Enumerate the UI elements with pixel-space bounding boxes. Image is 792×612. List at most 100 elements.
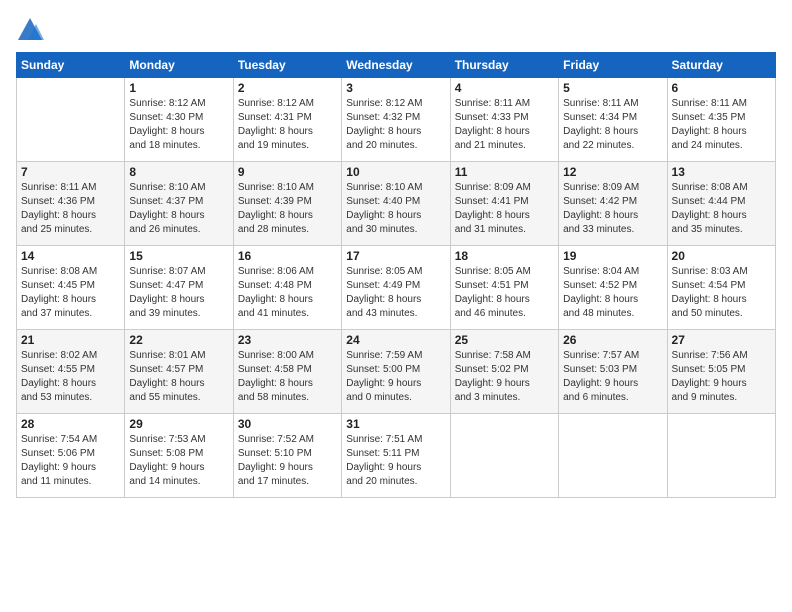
day-cell: 24 Sunrise: 7:59 AM Sunset: 5:00 PM Dayli… — [342, 330, 450, 414]
day-info: Sunrise: 7:57 AM Sunset: 5:03 PM Dayligh… — [563, 349, 662, 405]
day-number: 25 — [455, 333, 554, 347]
day-cell: 27 Sunrise: 7:56 AM Sunset: 5:05 PM Dayli… — [667, 330, 775, 414]
day-cell: 22 Sunrise: 8:01 AM Sunset: 4:57 PM Dayli… — [125, 330, 233, 414]
day-cell: 31Sunrise: 7:51 AM Sunset: 5:11 PM Dayli… — [342, 414, 450, 498]
day-cell: 21 Sunrise: 8:02 AM Sunset: 4:55 PM Dayli… — [17, 330, 125, 414]
weekday-thursday: Thursday — [450, 53, 558, 78]
day-number: 18 — [455, 249, 554, 263]
day-info: Sunrise: 8:08 AM Sunset: 4:44 PM Dayligh… — [672, 181, 771, 237]
day-cell: 20 Sunrise: 8:03 AM Sunset: 4:54 PM Dayli… — [667, 246, 775, 330]
day-number: 29 — [129, 417, 228, 431]
day-cell — [17, 78, 125, 162]
day-info: Sunrise: 7:56 AM Sunset: 5:05 PM Dayligh… — [672, 349, 771, 405]
day-info: Sunrise: 8:10 AM Sunset: 4:39 PM Dayligh… — [238, 181, 337, 237]
week-row-4: 21 Sunrise: 8:02 AM Sunset: 4:55 PM Dayli… — [17, 330, 776, 414]
day-info: Sunrise: 8:04 AM Sunset: 4:52 PM Dayligh… — [563, 265, 662, 321]
day-cell — [450, 414, 558, 498]
day-number: 17 — [346, 249, 445, 263]
day-info: Sunrise: 8:11 AM Sunset: 4:36 PM Dayligh… — [21, 181, 120, 237]
day-cell: 12 Sunrise: 8:09 AM Sunset: 4:42 PM Dayli… — [559, 162, 667, 246]
day-number: 15 — [129, 249, 228, 263]
day-number: 8 — [129, 165, 228, 179]
day-info: Sunrise: 8:09 AM Sunset: 4:42 PM Dayligh… — [563, 181, 662, 237]
day-cell: 18 Sunrise: 8:05 AM Sunset: 4:51 PM Dayli… — [450, 246, 558, 330]
weekday-header-row: SundayMondayTuesdayWednesdayThursdayFrid… — [17, 53, 776, 78]
day-cell: 13Sunrise: 8:08 AM Sunset: 4:44 PM Dayli… — [667, 162, 775, 246]
day-cell — [667, 414, 775, 498]
day-number: 14 — [21, 249, 120, 263]
week-row-5: 28 Sunrise: 7:54 AM Sunset: 5:06 PM Dayli… — [17, 414, 776, 498]
day-info: Sunrise: 7:59 AM Sunset: 5:00 PM Dayligh… — [346, 349, 445, 405]
day-number: 9 — [238, 165, 337, 179]
day-info: Sunrise: 8:00 AM Sunset: 4:58 PM Dayligh… — [238, 349, 337, 405]
header — [16, 16, 776, 44]
day-info: Sunrise: 8:02 AM Sunset: 4:55 PM Dayligh… — [21, 349, 120, 405]
day-info: Sunrise: 8:05 AM Sunset: 4:51 PM Dayligh… — [455, 265, 554, 321]
day-cell: 15 Sunrise: 8:07 AM Sunset: 4:47 PM Dayli… — [125, 246, 233, 330]
day-info: Sunrise: 7:53 AM Sunset: 5:08 PM Dayligh… — [129, 433, 228, 489]
day-cell: 5 Sunrise: 8:11 AM Sunset: 4:34 PM Daylig… — [559, 78, 667, 162]
day-info: Sunrise: 8:06 AM Sunset: 4:48 PM Dayligh… — [238, 265, 337, 321]
day-number: 7 — [21, 165, 120, 179]
day-number: 19 — [563, 249, 662, 263]
day-cell: 26Sunrise: 7:57 AM Sunset: 5:03 PM Dayli… — [559, 330, 667, 414]
day-info: Sunrise: 7:51 AM Sunset: 5:11 PM Dayligh… — [346, 433, 445, 489]
day-cell: 28 Sunrise: 7:54 AM Sunset: 5:06 PM Dayli… — [17, 414, 125, 498]
day-info: Sunrise: 8:05 AM Sunset: 4:49 PM Dayligh… — [346, 265, 445, 321]
day-number: 27 — [672, 333, 771, 347]
day-cell: 19 Sunrise: 8:04 AM Sunset: 4:52 PM Dayli… — [559, 246, 667, 330]
day-cell: 8 Sunrise: 8:10 AM Sunset: 4:37 PM Daylig… — [125, 162, 233, 246]
day-cell: 23 Sunrise: 8:00 AM Sunset: 4:58 PM Dayli… — [233, 330, 341, 414]
day-number: 24 — [346, 333, 445, 347]
day-number: 11 — [455, 165, 554, 179]
day-info: Sunrise: 8:08 AM Sunset: 4:45 PM Dayligh… — [21, 265, 120, 321]
day-info: Sunrise: 8:12 AM Sunset: 4:32 PM Dayligh… — [346, 97, 445, 153]
day-cell: 30Sunrise: 7:52 AM Sunset: 5:10 PM Dayli… — [233, 414, 341, 498]
week-row-3: 14 Sunrise: 8:08 AM Sunset: 4:45 PM Dayli… — [17, 246, 776, 330]
day-number: 22 — [129, 333, 228, 347]
day-info: Sunrise: 8:07 AM Sunset: 4:47 PM Dayligh… — [129, 265, 228, 321]
weekday-monday: Monday — [125, 53, 233, 78]
day-info: Sunrise: 8:12 AM Sunset: 4:30 PM Dayligh… — [129, 97, 228, 153]
day-info: Sunrise: 8:11 AM Sunset: 4:35 PM Dayligh… — [672, 97, 771, 153]
day-number: 1 — [129, 81, 228, 95]
day-cell: 29 Sunrise: 7:53 AM Sunset: 5:08 PM Dayli… — [125, 414, 233, 498]
weekday-saturday: Saturday — [667, 53, 775, 78]
day-number: 30 — [238, 417, 337, 431]
day-cell: 14 Sunrise: 8:08 AM Sunset: 4:45 PM Dayli… — [17, 246, 125, 330]
day-number: 3 — [346, 81, 445, 95]
day-number: 28 — [21, 417, 120, 431]
weekday-tuesday: Tuesday — [233, 53, 341, 78]
week-row-1: 1 Sunrise: 8:12 AM Sunset: 4:30 PM Daylig… — [17, 78, 776, 162]
day-number: 10 — [346, 165, 445, 179]
day-number: 4 — [455, 81, 554, 95]
day-number: 23 — [238, 333, 337, 347]
day-number: 21 — [21, 333, 120, 347]
day-info: Sunrise: 8:11 AM Sunset: 4:34 PM Dayligh… — [563, 97, 662, 153]
day-number: 5 — [563, 81, 662, 95]
day-number: 16 — [238, 249, 337, 263]
day-cell: 4 Sunrise: 8:11 AM Sunset: 4:33 PM Daylig… — [450, 78, 558, 162]
day-cell: 3 Sunrise: 8:12 AM Sunset: 4:32 PM Daylig… — [342, 78, 450, 162]
day-cell: 1 Sunrise: 8:12 AM Sunset: 4:30 PM Daylig… — [125, 78, 233, 162]
day-info: Sunrise: 7:54 AM Sunset: 5:06 PM Dayligh… — [21, 433, 120, 489]
day-number: 20 — [672, 249, 771, 263]
weekday-wednesday: Wednesday — [342, 53, 450, 78]
day-info: Sunrise: 8:01 AM Sunset: 4:57 PM Dayligh… — [129, 349, 228, 405]
day-cell: 9 Sunrise: 8:10 AM Sunset: 4:39 PM Daylig… — [233, 162, 341, 246]
day-number: 12 — [563, 165, 662, 179]
week-row-2: 7 Sunrise: 8:11 AM Sunset: 4:36 PM Daylig… — [17, 162, 776, 246]
day-info: Sunrise: 8:10 AM Sunset: 4:37 PM Dayligh… — [129, 181, 228, 237]
day-cell: 16 Sunrise: 8:06 AM Sunset: 4:48 PM Dayli… — [233, 246, 341, 330]
day-cell: 6 Sunrise: 8:11 AM Sunset: 4:35 PM Daylig… — [667, 78, 775, 162]
day-cell: 10 Sunrise: 8:10 AM Sunset: 4:40 PM Dayli… — [342, 162, 450, 246]
day-info: Sunrise: 8:11 AM Sunset: 4:33 PM Dayligh… — [455, 97, 554, 153]
day-info: Sunrise: 8:03 AM Sunset: 4:54 PM Dayligh… — [672, 265, 771, 321]
logo — [16, 16, 48, 44]
day-cell: 7 Sunrise: 8:11 AM Sunset: 4:36 PM Daylig… — [17, 162, 125, 246]
day-number: 6 — [672, 81, 771, 95]
weekday-sunday: Sunday — [17, 53, 125, 78]
weekday-friday: Friday — [559, 53, 667, 78]
day-info: Sunrise: 8:10 AM Sunset: 4:40 PM Dayligh… — [346, 181, 445, 237]
calendar-table: SundayMondayTuesdayWednesdayThursdayFrid… — [16, 52, 776, 498]
